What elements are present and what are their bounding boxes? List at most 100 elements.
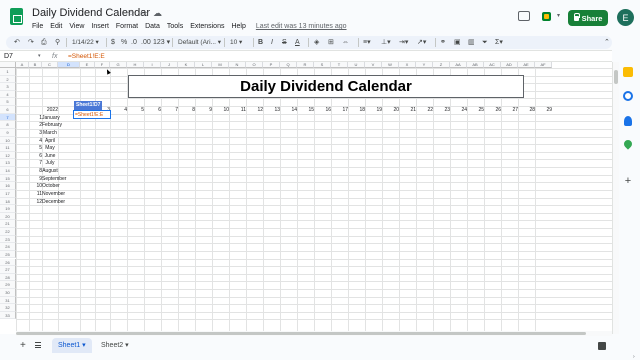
row-header[interactable]: 19 [0, 205, 16, 213]
row-header[interactable]: 33 [0, 311, 16, 320]
menu-item-view[interactable]: View [69, 23, 84, 30]
cell-editor[interactable]: =Sheet1!E:E [75, 111, 103, 119]
hide-side-panel-icon[interactable]: › [633, 354, 635, 360]
explore-icon[interactable] [598, 342, 606, 350]
increase-decimal-button[interactable]: .00 [141, 36, 151, 49]
redo-icon[interactable]: ↷ [28, 36, 34, 49]
collapse-menus-icon[interactable]: ⌃ [604, 36, 610, 49]
text-wrap-icon[interactable]: ⇥▾ [399, 36, 408, 49]
row-header[interactable]: 26 [0, 258, 16, 267]
row-header[interactable]: 11 [0, 144, 16, 152]
tab-sheet2[interactable]: Sheet2 ▾ [95, 338, 135, 353]
text-color-icon[interactable]: A [295, 36, 300, 49]
row-header[interactable]: 17 [0, 189, 16, 198]
row-header[interactable]: 31 [0, 296, 16, 305]
row-header[interactable]: 6 [0, 106, 16, 114]
row-header[interactable]: 7 [0, 113, 16, 122]
star-icon[interactable]: ☆ [127, 8, 135, 18]
formula-input[interactable]: =Sheet1!E:E [68, 51, 105, 62]
row-header[interactable]: 9 [0, 128, 16, 137]
insert-link-icon[interactable]: ⚭ [440, 36, 446, 49]
menu-item-extensions[interactable]: Extensions [190, 23, 224, 30]
meet-icon[interactable] [542, 11, 555, 22]
comment-history-icon[interactable] [518, 11, 530, 21]
menu-item-format[interactable]: Format [116, 23, 138, 30]
number-format-button[interactable]: 123 ▾ [153, 36, 170, 49]
sheets-logo-icon[interactable] [10, 8, 23, 25]
row-header[interactable]: 32 [0, 304, 16, 312]
tasks-icon[interactable] [623, 91, 633, 101]
undo-icon[interactable]: ↶ [14, 36, 20, 49]
tab-sheet1[interactable]: Sheet1 ▾ [52, 338, 92, 353]
menu-item-help[interactable]: Help [231, 23, 245, 30]
vertical-scrollbar[interactable] [612, 62, 619, 334]
insert-chart-icon[interactable]: ▥ [468, 36, 475, 49]
row-header[interactable]: 4 [0, 90, 16, 99]
cloud-status-icon[interactable]: ☁ [153, 8, 162, 18]
menu-item-insert[interactable]: Insert [91, 23, 109, 30]
row-header[interactable]: 5 [0, 98, 16, 107]
row-header[interactable]: 10 [0, 136, 16, 145]
filter-icon[interactable]: ⏷ [482, 36, 488, 49]
zoom-select[interactable]: 1/14/22 ▾ [70, 37, 99, 48]
row-header[interactable]: 29 [0, 281, 16, 289]
move-folder-icon[interactable]: ▭ [140, 8, 149, 18]
font-size-select[interactable]: 10 ▾ [228, 37, 242, 48]
horizontal-scroll-thumb[interactable] [16, 332, 586, 335]
row-header[interactable]: 30 [0, 288, 16, 297]
row-header[interactable]: 27 [0, 266, 16, 274]
row-header[interactable]: 21 [0, 220, 16, 228]
keep-icon[interactable] [623, 67, 633, 77]
name-box[interactable]: D7 [2, 51, 42, 62]
row-header[interactable]: 25 [0, 250, 16, 259]
row-header[interactable]: 18 [0, 197, 16, 206]
fill-color-icon[interactable]: ◈ [314, 36, 319, 49]
horizontal-align-icon[interactable]: ≡▾ [363, 36, 371, 49]
row-header[interactable]: 2 [0, 75, 16, 84]
text-rotation-icon[interactable]: ↗▾ [417, 36, 426, 49]
row-header[interactable]: 28 [0, 273, 16, 282]
vertical-align-icon[interactable]: ⊥▾ [381, 36, 391, 49]
all-sheets-icon[interactable] [35, 342, 41, 348]
menu-item-edit[interactable]: Edit [50, 23, 62, 30]
italic-icon[interactable]: I [271, 36, 273, 49]
print-icon[interactable]: ⎙ [41, 36, 47, 49]
row-header[interactable]: 20 [0, 212, 16, 221]
row-header[interactable]: 14 [0, 167, 16, 175]
row-header[interactable]: 13 [0, 159, 16, 168]
contacts-icon[interactable] [624, 116, 632, 126]
add-sheet-icon[interactable]: + [20, 338, 26, 353]
avatar[interactable]: E [617, 9, 634, 26]
font-select[interactable]: Default (Ari... ▾ [176, 37, 221, 48]
insert-comment-icon[interactable]: ▣ [454, 36, 461, 49]
last-edit-link[interactable]: Last edit was 13 minutes ago [256, 23, 347, 30]
vertical-scroll-thumb[interactable] [614, 70, 618, 84]
decrease-decimal-button[interactable]: .0 [131, 36, 137, 49]
menu-item-file[interactable]: File [32, 23, 43, 30]
name-box-dropdown-icon[interactable]: ▾ [38, 51, 41, 62]
row-header[interactable]: 12 [0, 151, 16, 160]
paint-format-icon[interactable]: ⚲ [55, 36, 60, 49]
row-header[interactable]: 3 [0, 83, 16, 91]
row-header[interactable]: 8 [0, 121, 16, 129]
maps-icon[interactable] [622, 138, 634, 150]
row-header[interactable]: 23 [0, 235, 16, 244]
borders-icon[interactable]: ⊞ [328, 36, 334, 49]
share-button[interactable]: Share [568, 10, 608, 26]
strikethrough-icon[interactable]: S [282, 36, 287, 49]
percent-format-button[interactable]: % [121, 36, 127, 49]
menu-item-tools[interactable]: Tools [167, 23, 183, 30]
bold-icon[interactable]: B [258, 36, 263, 49]
row-header[interactable]: 15 [0, 174, 16, 183]
horizontal-scrollbar[interactable] [16, 331, 612, 336]
merge-cells-icon[interactable]: ⇔ [342, 36, 349, 49]
row-header[interactable]: 24 [0, 243, 16, 251]
currency-format-button[interactable]: $ [111, 36, 115, 49]
row-header[interactable]: 1 [0, 68, 16, 76]
row-header[interactable]: 22 [0, 228, 16, 236]
meet-dropdown-icon[interactable]: ▾ [557, 12, 560, 19]
title-banner[interactable]: Daily Dividend Calendar [128, 75, 524, 98]
get-addons-icon[interactable]: + [623, 176, 633, 187]
menu-item-data[interactable]: Data [145, 23, 160, 30]
row-header[interactable]: 16 [0, 182, 16, 190]
